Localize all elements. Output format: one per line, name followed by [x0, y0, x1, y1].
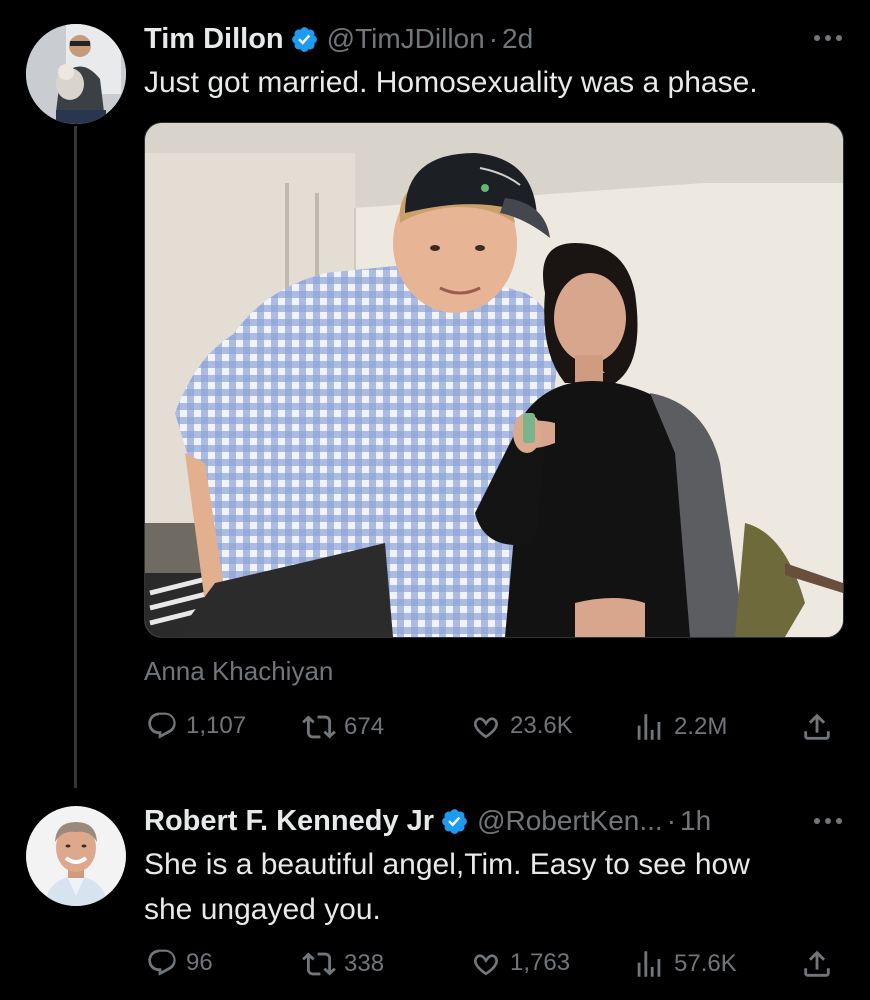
- retweet-count: 338: [344, 950, 385, 977]
- retweet-count: 674: [344, 713, 385, 740]
- views-icon: [637, 951, 661, 977]
- reply-icon: [148, 949, 176, 976]
- share-icon: [804, 950, 830, 977]
- views-button[interactable]: 57.6K: [632, 947, 737, 981]
- action-bar: 1,107 674 23.6K 2.2M: [144, 710, 844, 750]
- reply-button[interactable]: 96: [146, 947, 213, 979]
- views-icon: [637, 714, 661, 740]
- retweet-button[interactable]: 674: [302, 710, 384, 744]
- action-bar: 96 338 1,763 57.6K: [144, 947, 844, 987]
- like-count: 23.6K: [510, 712, 573, 739]
- reply-button[interactable]: 1,107: [146, 710, 246, 742]
- retweet-button[interactable]: 338: [302, 947, 384, 981]
- tweet-header: Tim Dillon @TimJDillon · 2d: [144, 20, 533, 58]
- tweet-text: Just got married. Homosexuality was a ph…: [144, 66, 758, 99]
- handle[interactable]: @RobertKen...: [477, 805, 663, 837]
- timestamp[interactable]: 2d: [502, 23, 533, 55]
- more-icon[interactable]: [814, 35, 842, 41]
- tweet-tim-dillon[interactable]: Tim Dillon @TimJDillon · 2d Just got mar…: [0, 0, 870, 790]
- reply-icon: [148, 712, 176, 739]
- share-button[interactable]: [800, 947, 834, 981]
- photo-tag[interactable]: Anna Khachiyan: [144, 656, 333, 687]
- separator-dot: ·: [666, 805, 677, 836]
- share-icon: [804, 713, 830, 740]
- tweet-text: She is a beautiful angel,Tim. Easy to se…: [144, 842, 750, 932]
- tweet-header: Robert F. Kennedy Jr @RobertKen... · 1h: [144, 802, 711, 840]
- separator-dot: ·: [488, 23, 499, 54]
- display-name[interactable]: Tim Dillon: [144, 23, 284, 56]
- like-icon: [474, 954, 498, 976]
- like-button[interactable]: 23.6K: [470, 710, 573, 742]
- avatar[interactable]: [26, 806, 126, 906]
- retweet-icon: [302, 952, 336, 976]
- like-button[interactable]: 1,763: [470, 947, 570, 979]
- handle[interactable]: @TimJDillon: [327, 23, 485, 55]
- tweet-photo[interactable]: [144, 122, 844, 638]
- reply-count: 1,107: [186, 712, 247, 739]
- share-button[interactable]: [800, 710, 834, 744]
- thread-line: [74, 126, 77, 788]
- views-button[interactable]: 2.2M: [632, 710, 727, 744]
- verified-badge-icon: [291, 26, 317, 52]
- display-name[interactable]: Robert F. Kennedy Jr: [144, 805, 434, 838]
- views-count: 57.6K: [674, 950, 737, 977]
- tweet-rfk-jr[interactable]: Robert F. Kennedy Jr @RobertKen... · 1h …: [0, 790, 870, 1000]
- views-count: 2.2M: [674, 713, 728, 740]
- more-icon[interactable]: [814, 818, 842, 824]
- retweet-icon: [302, 715, 336, 739]
- verified-badge-icon: [442, 808, 467, 834]
- tweet-text-line: she ungayed you.: [144, 893, 381, 926]
- like-icon: [474, 717, 498, 739]
- tweet-text-line: She is a beautiful angel,Tim. Easy to se…: [144, 848, 750, 881]
- reply-count: 96: [186, 949, 213, 976]
- timestamp[interactable]: 1h: [680, 805, 711, 837]
- like-count: 1,763: [510, 949, 571, 976]
- avatar[interactable]: [26, 24, 126, 124]
